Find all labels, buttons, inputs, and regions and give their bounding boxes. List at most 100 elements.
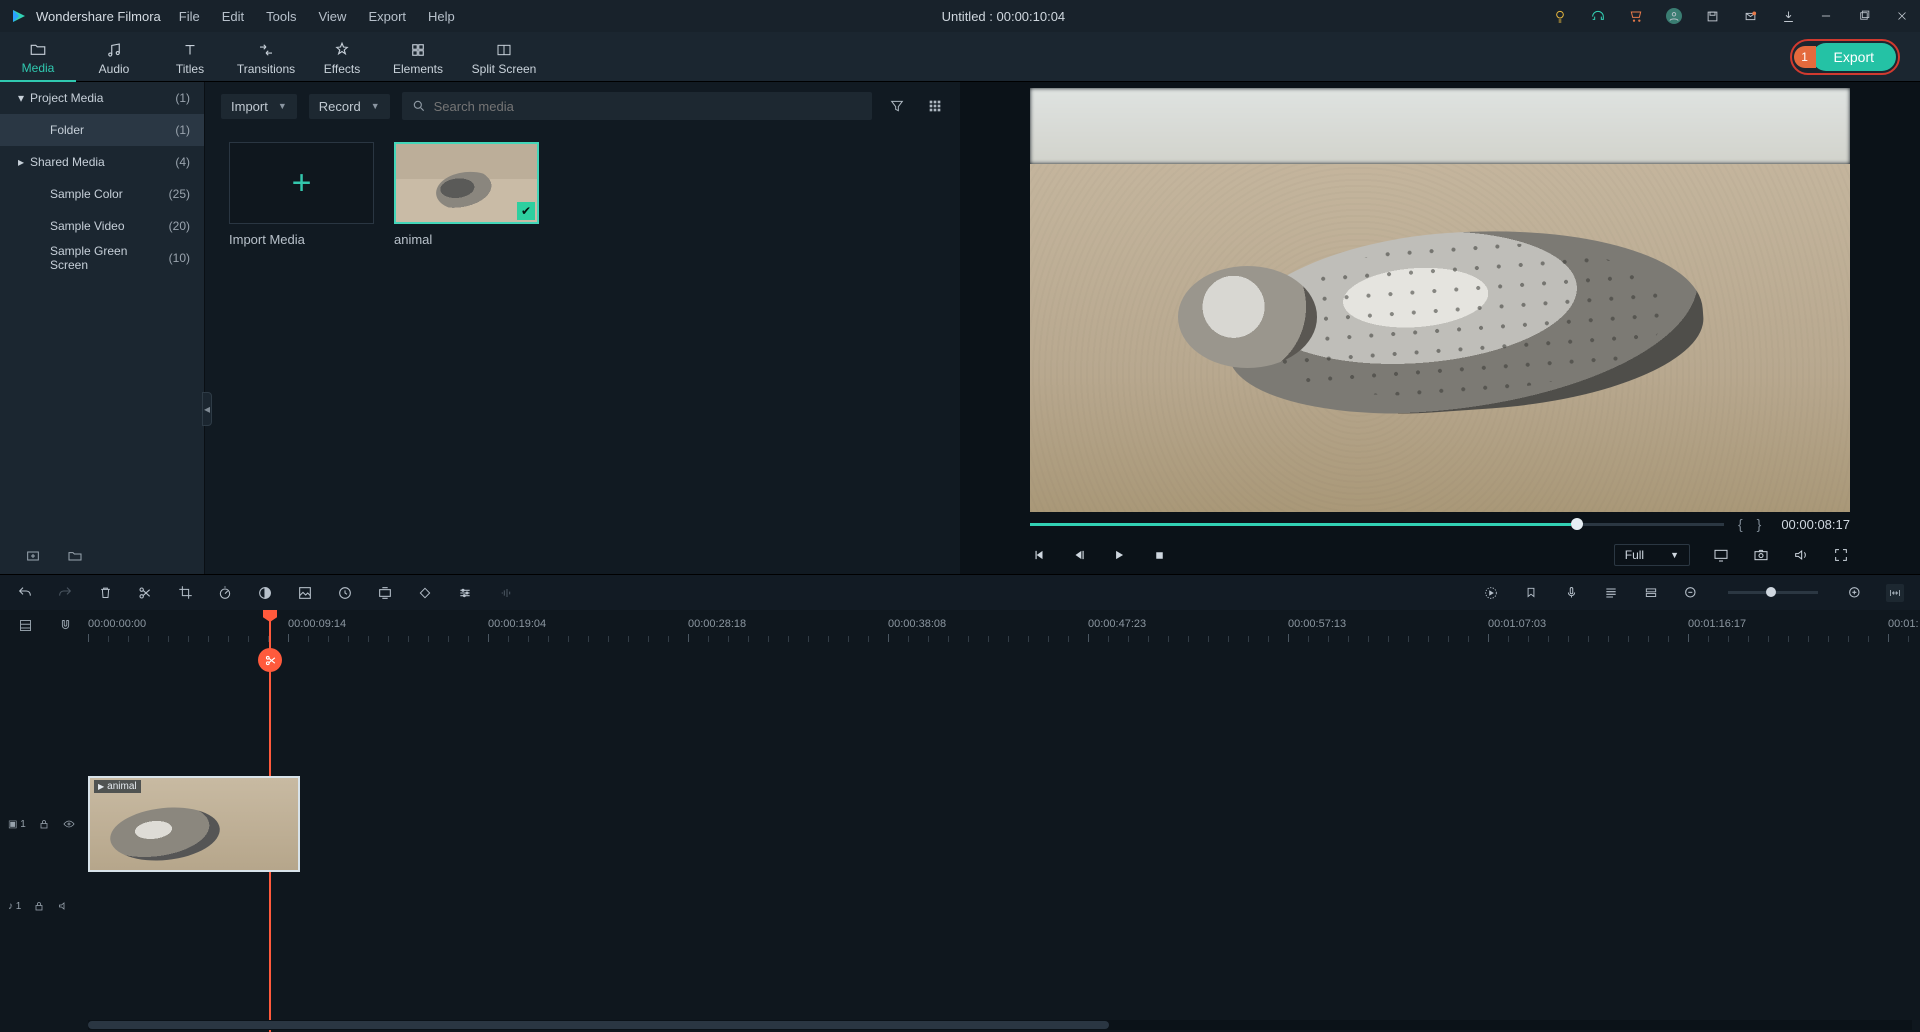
- filter-icon[interactable]: [884, 93, 910, 119]
- minimize-icon[interactable]: [1818, 8, 1834, 24]
- snapshot-icon[interactable]: [1752, 546, 1770, 564]
- stop-icon[interactable]: [1150, 546, 1168, 564]
- preview-image: [1030, 88, 1850, 512]
- track-size-icon[interactable]: [1642, 584, 1660, 602]
- undo-icon[interactable]: [16, 584, 34, 602]
- menu-file[interactable]: File: [179, 9, 200, 24]
- import-media-tile[interactable]: + Import Media: [229, 142, 374, 247]
- grid-view-icon[interactable]: [922, 93, 948, 119]
- menu-help[interactable]: Help: [428, 9, 455, 24]
- voiceover-icon[interactable]: [496, 584, 514, 602]
- video-track-1[interactable]: ▣ 1 ▶animal: [0, 772, 1920, 876]
- tab-elements[interactable]: Elements: [380, 32, 456, 82]
- video-track-head: ▣ 1: [0, 772, 88, 876]
- mark-out-icon[interactable]: }: [1757, 516, 1762, 532]
- tab-effects[interactable]: Effects: [304, 32, 380, 82]
- split-icon[interactable]: [136, 584, 154, 602]
- sidebar-item-shared-media[interactable]: ▸Shared Media(4): [0, 146, 204, 178]
- sidebar-collapse-handle[interactable]: ◂: [202, 392, 212, 426]
- speed-icon[interactable]: [216, 584, 234, 602]
- lock-icon[interactable]: [38, 818, 50, 830]
- search-input[interactable]: [434, 99, 862, 114]
- keyframe-icon[interactable]: [416, 584, 434, 602]
- tab-titles[interactable]: Titles: [152, 32, 228, 82]
- scrub-knob[interactable]: [1571, 518, 1583, 530]
- preview-scrubber[interactable]: { } 00:00:08:17: [960, 512, 1920, 536]
- cart-icon[interactable]: [1628, 8, 1644, 24]
- menu-export[interactable]: Export: [368, 9, 406, 24]
- export-button[interactable]: Export: [1812, 43, 1896, 71]
- mark-in-icon[interactable]: {: [1738, 516, 1743, 532]
- media-clip-animal[interactable]: ✔ animal: [394, 142, 539, 247]
- color-icon[interactable]: [256, 584, 274, 602]
- tab-transitions[interactable]: Transitions: [228, 32, 304, 82]
- display-icon[interactable]: [1712, 546, 1730, 564]
- tile-label: Import Media: [229, 232, 374, 247]
- record-voice-icon[interactable]: [1562, 584, 1580, 602]
- timeline-scrollbar[interactable]: [88, 1020, 1912, 1030]
- elements-icon: [408, 40, 428, 60]
- chevron-icon: ▾: [18, 91, 30, 105]
- account-icon[interactable]: [1666, 8, 1682, 24]
- green-screen-icon[interactable]: [296, 584, 314, 602]
- search-media[interactable]: [402, 92, 872, 120]
- play-icon[interactable]: [1110, 546, 1128, 564]
- tab-audio[interactable]: Audio: [76, 32, 152, 82]
- prev-frame-icon[interactable]: [1030, 546, 1048, 564]
- new-folder-icon[interactable]: [66, 547, 84, 565]
- menu-tools[interactable]: Tools: [266, 9, 296, 24]
- sidebar-item-sample-color[interactable]: Sample Color(25): [0, 178, 204, 210]
- zoom-out-icon[interactable]: [1682, 584, 1700, 602]
- fullscreen-icon[interactable]: [1832, 546, 1850, 564]
- redo-icon[interactable]: [56, 584, 74, 602]
- import-dropdown[interactable]: Import▼: [221, 94, 297, 119]
- mixer-icon[interactable]: [1602, 584, 1620, 602]
- search-icon: [412, 99, 426, 113]
- magnet-icon[interactable]: [56, 616, 74, 634]
- maximize-icon[interactable]: [1856, 8, 1872, 24]
- zoom-in-icon[interactable]: [1846, 584, 1864, 602]
- crop-icon[interactable]: [176, 584, 194, 602]
- tab-split-screen[interactable]: Split Screen: [456, 32, 552, 82]
- marker-icon[interactable]: [1522, 584, 1540, 602]
- zoom-slider[interactable]: [1728, 591, 1818, 594]
- ruler-tick: 00:01:: [1888, 618, 1919, 630]
- new-bin-icon[interactable]: [24, 547, 42, 565]
- eye-icon[interactable]: [62, 818, 76, 830]
- preview-canvas[interactable]: [1030, 88, 1850, 512]
- adjust-icon[interactable]: [456, 584, 474, 602]
- freeze-frame-icon[interactable]: [336, 584, 354, 602]
- music-icon: [104, 40, 124, 60]
- zoom-fit-icon[interactable]: [1886, 584, 1904, 602]
- sidebar-item-sample-green-screen[interactable]: Sample Green Screen(10): [0, 242, 204, 274]
- speaker-icon[interactable]: [57, 900, 70, 912]
- audio-track-head: ♪ 1: [0, 876, 88, 936]
- lightbulb-icon[interactable]: [1552, 8, 1568, 24]
- volume-icon[interactable]: [1792, 546, 1810, 564]
- sidebar-item-sample-video[interactable]: Sample Video(20): [0, 210, 204, 242]
- notification-icon[interactable]: [1742, 8, 1758, 24]
- tab-media[interactable]: Media: [0, 32, 76, 82]
- close-icon[interactable]: [1894, 8, 1910, 24]
- menu-view[interactable]: View: [318, 9, 346, 24]
- ruler-tick: 00:00:19:04: [488, 618, 546, 630]
- sidebar-item-project-media[interactable]: ▾Project Media(1): [0, 82, 204, 114]
- check-icon: ✔: [517, 202, 535, 220]
- timeline-clip-animal[interactable]: ▶animal: [88, 776, 300, 872]
- lock-icon[interactable]: [33, 900, 45, 912]
- download-icon[interactable]: [1780, 8, 1796, 24]
- delete-icon[interactable]: [96, 584, 114, 602]
- record-dropdown[interactable]: Record▼: [309, 94, 390, 119]
- render-icon[interactable]: [1482, 584, 1500, 602]
- sidebar-item-folder[interactable]: Folder(1): [0, 114, 204, 146]
- track-manager-icon[interactable]: [16, 616, 34, 634]
- headset-icon[interactable]: [1590, 8, 1606, 24]
- save-icon[interactable]: [1704, 8, 1720, 24]
- menu-edit[interactable]: Edit: [222, 9, 244, 24]
- folder-icon: [28, 39, 48, 59]
- preview-quality-dropdown[interactable]: Full▼: [1614, 544, 1690, 566]
- detach-audio-icon[interactable]: [376, 584, 394, 602]
- play-reverse-icon[interactable]: [1070, 546, 1088, 564]
- audio-track-1[interactable]: ♪ 1: [0, 876, 1920, 936]
- timeline-ruler[interactable]: 00:00:00:0000:00:09:1400:00:19:0400:00:2…: [88, 618, 1920, 646]
